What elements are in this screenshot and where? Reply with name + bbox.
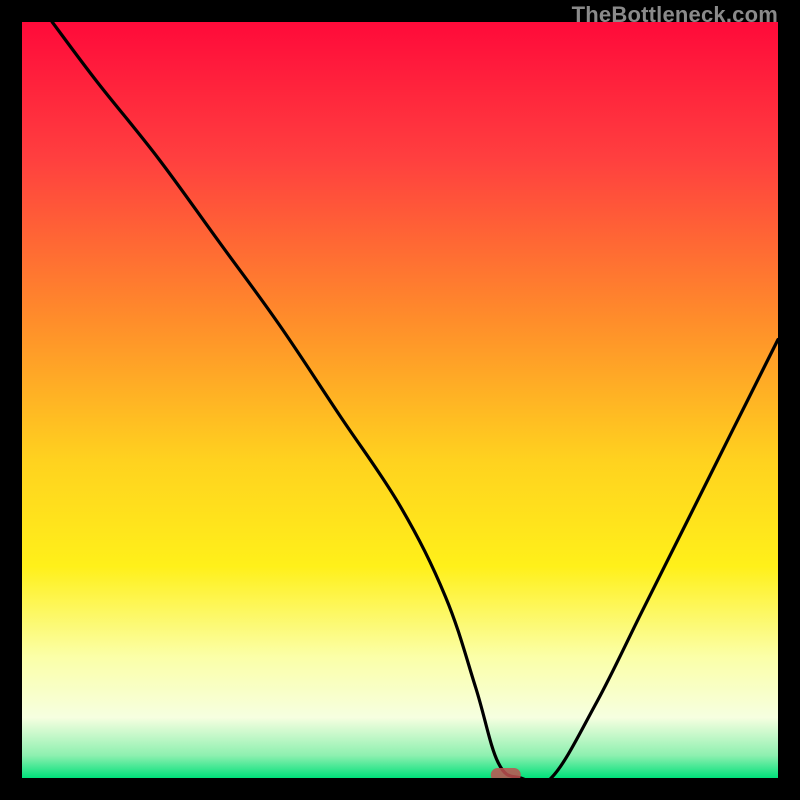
optimal-marker	[491, 768, 521, 778]
chart-frame: TheBottleneck.com	[0, 0, 800, 800]
gradient-background	[22, 22, 778, 778]
plot-area	[22, 22, 778, 778]
